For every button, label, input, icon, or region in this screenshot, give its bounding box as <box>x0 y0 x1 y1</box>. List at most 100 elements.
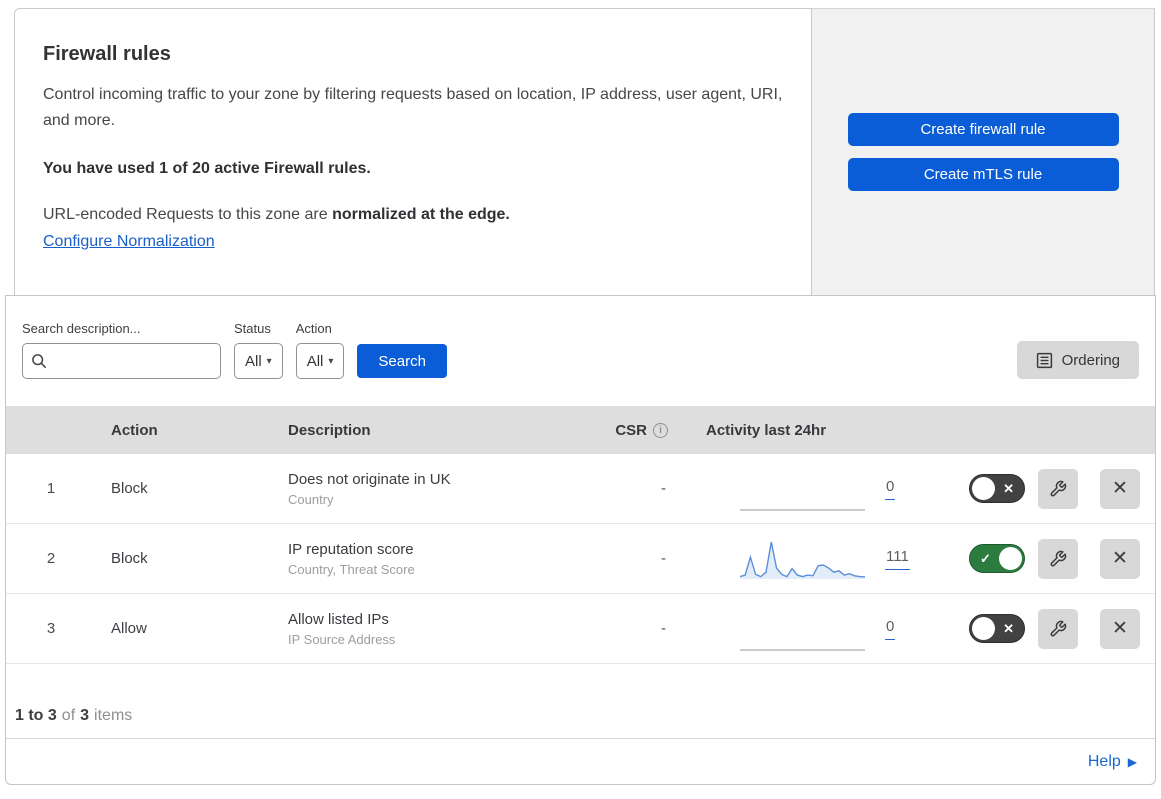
rules-table-card: Search description... Status All ▾ Actio… <box>5 295 1156 785</box>
toggle-check-icon: ✓ <box>980 550 991 566</box>
toggle-x-icon: ✕ <box>1003 620 1014 636</box>
configure-normalization-link[interactable]: Configure Normalization <box>43 233 215 251</box>
rule-toggle-cell: ✕ <box>916 474 1031 503</box>
activity-sparkline <box>740 607 865 651</box>
rule-activity-cell: 0 <box>686 467 916 511</box>
action-dropdown-value: All <box>306 352 324 370</box>
activity-sparkline <box>740 537 865 581</box>
rule-description-cell: IP reputation score Country, Threat Scor… <box>276 541 596 577</box>
edit-rule-button[interactable] <box>1038 538 1078 579</box>
help-link[interactable]: Help ▶ <box>1088 753 1137 771</box>
pagination-range: 1 to 3 <box>15 707 57 724</box>
rule-description-cell: Allow listed IPs IP Source Address <box>276 611 596 647</box>
csr-column-label: CSR <box>615 421 647 439</box>
status-dropdown-value: All <box>245 352 262 370</box>
pagination-of: of <box>61 707 76 724</box>
rule-delete-cell: ✕ <box>1085 608 1155 649</box>
rule-action: Block <box>111 550 148 567</box>
filter-bar: Search description... Status All ▾ Actio… <box>6 296 1155 406</box>
rule-priority: 3 <box>46 620 56 637</box>
rule-csr-value: - <box>661 480 666 497</box>
rule-edit-cell <box>1031 608 1085 649</box>
rule-csr-value: - <box>661 620 666 637</box>
pagination-status: 1 to 3 of 3 items <box>6 664 1155 739</box>
rule-criteria: Country <box>288 491 334 507</box>
ordering-button[interactable]: Ordering <box>1016 341 1139 379</box>
close-icon: ✕ <box>1112 478 1128 499</box>
create-firewall-rule-button[interactable]: Create firewall rule <box>847 113 1119 146</box>
rule-delete-cell: ✕ <box>1085 468 1155 509</box>
close-icon: ✕ <box>1112 548 1128 569</box>
activity-column-header: Activity last 24hr <box>706 421 827 439</box>
rule-enabled-toggle[interactable]: ✕ <box>969 474 1025 503</box>
rule-edit-cell <box>1031 468 1085 509</box>
delete-rule-button[interactable]: ✕ <box>1100 468 1140 509</box>
wrench-icon <box>1049 550 1067 568</box>
search-box <box>22 343 221 379</box>
activity-count-link[interactable]: 0 <box>885 478 896 500</box>
table-row: 1 Block Does not originate in UK Country… <box>6 454 1155 524</box>
edit-rule-button[interactable] <box>1038 468 1078 509</box>
rule-csr-value: - <box>661 550 666 567</box>
delete-rule-button[interactable]: ✕ <box>1100 608 1140 649</box>
rule-action: Block <box>111 480 148 497</box>
intro-card: Firewall rules Control incoming traffic … <box>14 8 812 295</box>
rule-criteria: Country, Threat Score <box>288 561 415 577</box>
toggle-knob <box>999 547 1022 570</box>
info-icon[interactable]: i <box>653 422 668 438</box>
search-label: Search description... <box>22 321 141 336</box>
search-input[interactable] <box>53 353 212 369</box>
activity-sparkline <box>740 467 865 511</box>
pagination-total: 3 <box>80 707 90 724</box>
close-icon: ✕ <box>1112 618 1128 639</box>
usage-summary: You have used 1 of 20 active Firewall ru… <box>43 159 371 177</box>
rule-toggle-cell: ✓ <box>916 544 1031 573</box>
search-icon <box>31 353 47 369</box>
normalization-text: URL-encoded Requests to this zone are no… <box>43 206 783 224</box>
edit-rule-button[interactable] <box>1038 608 1078 649</box>
chevron-down-icon: ▾ <box>328 355 334 367</box>
rule-toggle-cell: ✕ <box>916 614 1031 643</box>
action-column-header: Action <box>111 421 158 439</box>
activity-count-link[interactable]: 0 <box>885 618 896 640</box>
table-row: 3 Allow Allow listed IPs IP Source Addre… <box>6 594 1155 664</box>
csr-column-header: CSR i <box>596 422 686 439</box>
toggle-knob <box>972 617 995 640</box>
page-description: Control incoming traffic to your zone by… <box>43 86 783 129</box>
rule-action: Allow <box>111 620 147 637</box>
help-link-label: Help <box>1087 752 1121 770</box>
help-row: Help ▶ <box>6 739 1155 784</box>
rule-priority: 2 <box>46 550 56 567</box>
search-button[interactable]: Search <box>357 344 447 378</box>
rule-priority: 1 <box>46 480 56 497</box>
toggle-knob <box>972 477 995 500</box>
rule-activity-cell: 0 <box>686 607 916 651</box>
status-dropdown[interactable]: All ▾ <box>234 343 283 379</box>
rule-activity-cell: 111 <box>686 537 916 581</box>
toggle-x-icon: ✕ <box>1003 480 1014 496</box>
search-field-group: Search description... <box>22 321 221 379</box>
table-row: 2 Block IP reputation score Country, Thr… <box>6 524 1155 594</box>
chevron-down-icon: ▾ <box>266 355 272 367</box>
table-header: Action Description CSR i Activity last 2… <box>6 406 1155 454</box>
list-icon <box>1036 352 1053 369</box>
pagination-items-label: items <box>94 707 133 724</box>
action-label: Action <box>295 321 332 336</box>
activity-count-link[interactable]: 111 <box>885 548 910 570</box>
rule-description: IP reputation score <box>288 540 414 558</box>
rule-description: Does not originate in UK <box>288 470 451 488</box>
status-label: Status <box>234 321 271 336</box>
wrench-icon <box>1049 480 1067 498</box>
header-section: Firewall rules Control incoming traffic … <box>14 8 1155 295</box>
rule-criteria: IP Source Address <box>288 631 396 647</box>
rule-description-cell: Does not originate in UK Country <box>276 471 596 507</box>
delete-rule-button[interactable]: ✕ <box>1100 538 1140 579</box>
rule-description: Allow listed IPs <box>288 610 389 628</box>
rule-enabled-toggle[interactable]: ✕ <box>969 614 1025 643</box>
normalization-bold: normalized at the edge. <box>332 205 510 223</box>
action-dropdown[interactable]: All ▾ <box>295 343 345 379</box>
ordering-button-label: Ordering <box>1061 351 1120 369</box>
create-mtls-rule-button[interactable]: Create mTLS rule <box>847 158 1119 191</box>
rule-enabled-toggle[interactable]: ✓ <box>969 544 1025 573</box>
wrench-icon <box>1049 620 1067 638</box>
